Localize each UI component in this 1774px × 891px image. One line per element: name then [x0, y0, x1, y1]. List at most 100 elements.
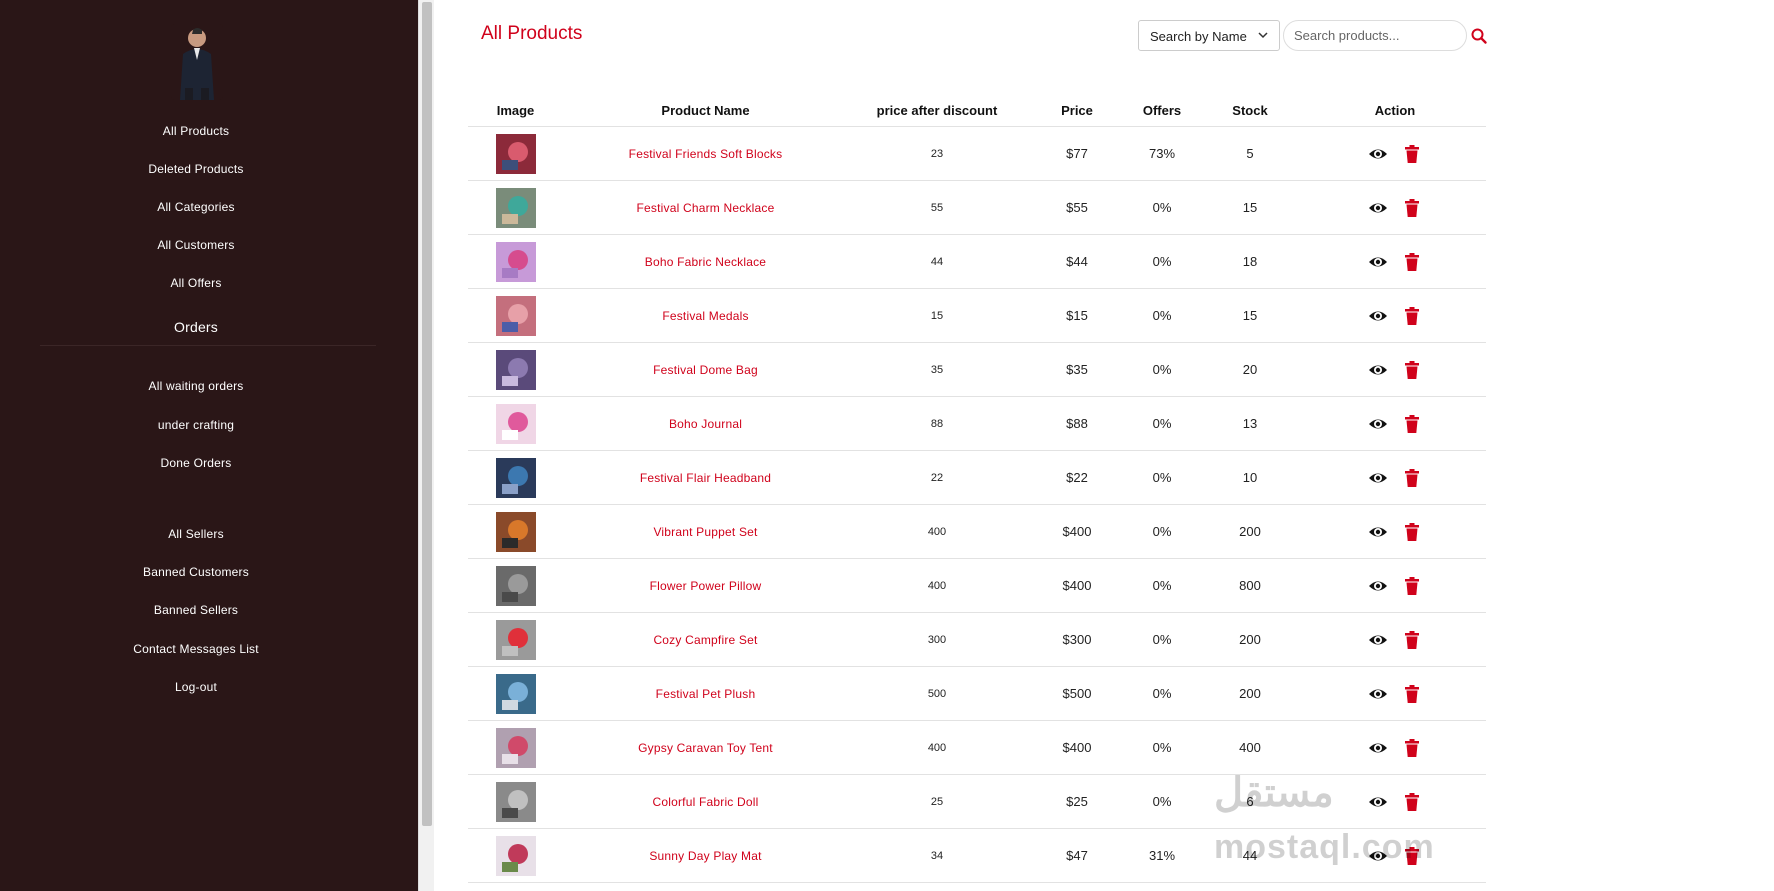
- products-table: Image Product Name price after discount …: [468, 94, 1486, 883]
- product-name[interactable]: Festival Charm Necklace: [563, 180, 848, 235]
- product-image-cell: [468, 288, 563, 343]
- col-header-product-name: Product Name: [563, 94, 848, 127]
- sidebar-item-banned-sellers[interactable]: Banned Sellers: [0, 603, 392, 617]
- trash-icon[interactable]: [1402, 468, 1422, 488]
- product-name[interactable]: Festival Friends Soft Blocks: [563, 126, 848, 181]
- sidebar-item-banned-customers[interactable]: Banned Customers: [0, 565, 392, 579]
- scrollbar-thumb[interactable]: [422, 2, 432, 826]
- product-name[interactable]: Vibrant Puppet Set: [563, 504, 848, 559]
- table-row: Festival Medals 15 $15 0% 15: [468, 288, 1486, 343]
- product-name[interactable]: Boho Fabric Necklace: [563, 234, 848, 289]
- product-image-cell: [468, 396, 563, 451]
- sidebar-item-all-sellers[interactable]: All Sellers: [0, 527, 392, 541]
- discount-price: 88: [848, 396, 1026, 451]
- eye-icon[interactable]: [1368, 684, 1388, 704]
- product-name[interactable]: Festival Medals: [563, 288, 848, 343]
- action-cell: [1304, 504, 1486, 559]
- eye-icon[interactable]: [1368, 738, 1388, 758]
- trash-icon[interactable]: [1402, 252, 1422, 272]
- search-by-select[interactable]: Search by Name: [1138, 20, 1280, 51]
- eye-icon[interactable]: [1368, 252, 1388, 272]
- discount-price: 15: [848, 288, 1026, 343]
- action-cell: [1304, 396, 1486, 451]
- trash-icon[interactable]: [1402, 684, 1422, 704]
- watermark-latin: mostaql.com: [1214, 828, 1435, 866]
- discount-price: 500: [848, 666, 1026, 721]
- eye-icon[interactable]: [1368, 522, 1388, 542]
- sidebar-item-deleted-products[interactable]: Deleted Products: [0, 162, 392, 176]
- trash-icon[interactable]: [1402, 738, 1422, 758]
- product-thumbnail[interactable]: [495, 673, 536, 714]
- discount-price: 44: [848, 234, 1026, 289]
- eye-icon[interactable]: [1368, 360, 1388, 380]
- watermark-arabic: مستقل: [1214, 771, 1334, 815]
- stock: 200: [1196, 666, 1304, 721]
- eye-icon[interactable]: [1368, 792, 1388, 812]
- offers: 0%: [1128, 396, 1196, 451]
- price: $88: [1026, 396, 1128, 451]
- product-thumbnail[interactable]: [495, 403, 536, 444]
- action-cell: [1304, 558, 1486, 613]
- product-thumbnail[interactable]: [495, 565, 536, 606]
- product-name[interactable]: Festival Dome Bag: [563, 342, 848, 397]
- sidebar-item-waiting-orders[interactable]: All waiting orders: [0, 379, 392, 393]
- eye-icon[interactable]: [1368, 414, 1388, 434]
- product-thumbnail[interactable]: [495, 835, 536, 876]
- product-thumbnail[interactable]: [495, 781, 536, 822]
- product-thumbnail[interactable]: [495, 619, 536, 660]
- product-name[interactable]: Boho Journal: [563, 396, 848, 451]
- sidebar-scrollbar[interactable]: [418, 0, 434, 891]
- product-thumbnail[interactable]: [495, 241, 536, 282]
- eye-icon[interactable]: [1368, 144, 1388, 164]
- price: $300: [1026, 612, 1128, 667]
- trash-icon[interactable]: [1402, 414, 1422, 434]
- sidebar-item-logout[interactable]: Log-out: [0, 680, 392, 694]
- sidebar-item-all-products[interactable]: All Products: [0, 124, 392, 138]
- price: $400: [1026, 558, 1128, 613]
- trash-icon[interactable]: [1402, 306, 1422, 326]
- table-header-row: Image Product Name price after discount …: [468, 94, 1486, 127]
- trash-icon[interactable]: [1402, 630, 1422, 650]
- product-thumbnail[interactable]: [495, 133, 536, 174]
- product-name[interactable]: Flower Power Pillow: [563, 558, 848, 613]
- trash-icon[interactable]: [1402, 792, 1422, 812]
- product-thumbnail[interactable]: [495, 511, 536, 552]
- offers: 0%: [1128, 774, 1196, 829]
- sidebar-item-done-orders[interactable]: Done Orders: [0, 456, 392, 470]
- trash-icon[interactable]: [1402, 360, 1422, 380]
- col-header-offers: Offers: [1128, 94, 1196, 127]
- product-thumbnail[interactable]: [495, 295, 536, 336]
- search-input[interactable]: [1283, 20, 1467, 51]
- eye-icon[interactable]: [1368, 198, 1388, 218]
- product-thumbnail[interactable]: [495, 349, 536, 390]
- product-thumbnail[interactable]: [495, 457, 536, 498]
- search-icon[interactable]: [1470, 27, 1488, 45]
- product-name[interactable]: Gypsy Caravan Toy Tent: [563, 720, 848, 775]
- product-thumbnail[interactable]: [495, 187, 536, 228]
- product-name[interactable]: Sunny Day Play Mat: [563, 828, 848, 883]
- product-name[interactable]: Cozy Campfire Set: [563, 612, 848, 667]
- price: $55: [1026, 180, 1128, 235]
- sidebar-item-under-crafting[interactable]: under crafting: [0, 418, 392, 432]
- trash-icon[interactable]: [1402, 144, 1422, 164]
- product-thumbnail[interactable]: [495, 727, 536, 768]
- sidebar-section-orders[interactable]: Orders: [0, 319, 392, 335]
- offers: 0%: [1128, 666, 1196, 721]
- sidebar-item-all-offers[interactable]: All Offers: [0, 276, 392, 290]
- product-image-cell: [468, 504, 563, 559]
- offers: 0%: [1128, 180, 1196, 235]
- eye-icon[interactable]: [1368, 306, 1388, 326]
- trash-icon[interactable]: [1402, 522, 1422, 542]
- sidebar-item-all-categories[interactable]: All Categories: [0, 200, 392, 214]
- sidebar-item-all-customers[interactable]: All Customers: [0, 238, 392, 252]
- product-name[interactable]: Colorful Fabric Doll: [563, 774, 848, 829]
- eye-icon[interactable]: [1368, 576, 1388, 596]
- sidebar-item-contact-messages[interactable]: Contact Messages List: [0, 642, 392, 656]
- trash-icon[interactable]: [1402, 576, 1422, 596]
- col-header-image: Image: [468, 94, 563, 127]
- trash-icon[interactable]: [1402, 198, 1422, 218]
- eye-icon[interactable]: [1368, 630, 1388, 650]
- product-name[interactable]: Festival Flair Headband: [563, 450, 848, 505]
- eye-icon[interactable]: [1368, 468, 1388, 488]
- product-name[interactable]: Festival Pet Plush: [563, 666, 848, 721]
